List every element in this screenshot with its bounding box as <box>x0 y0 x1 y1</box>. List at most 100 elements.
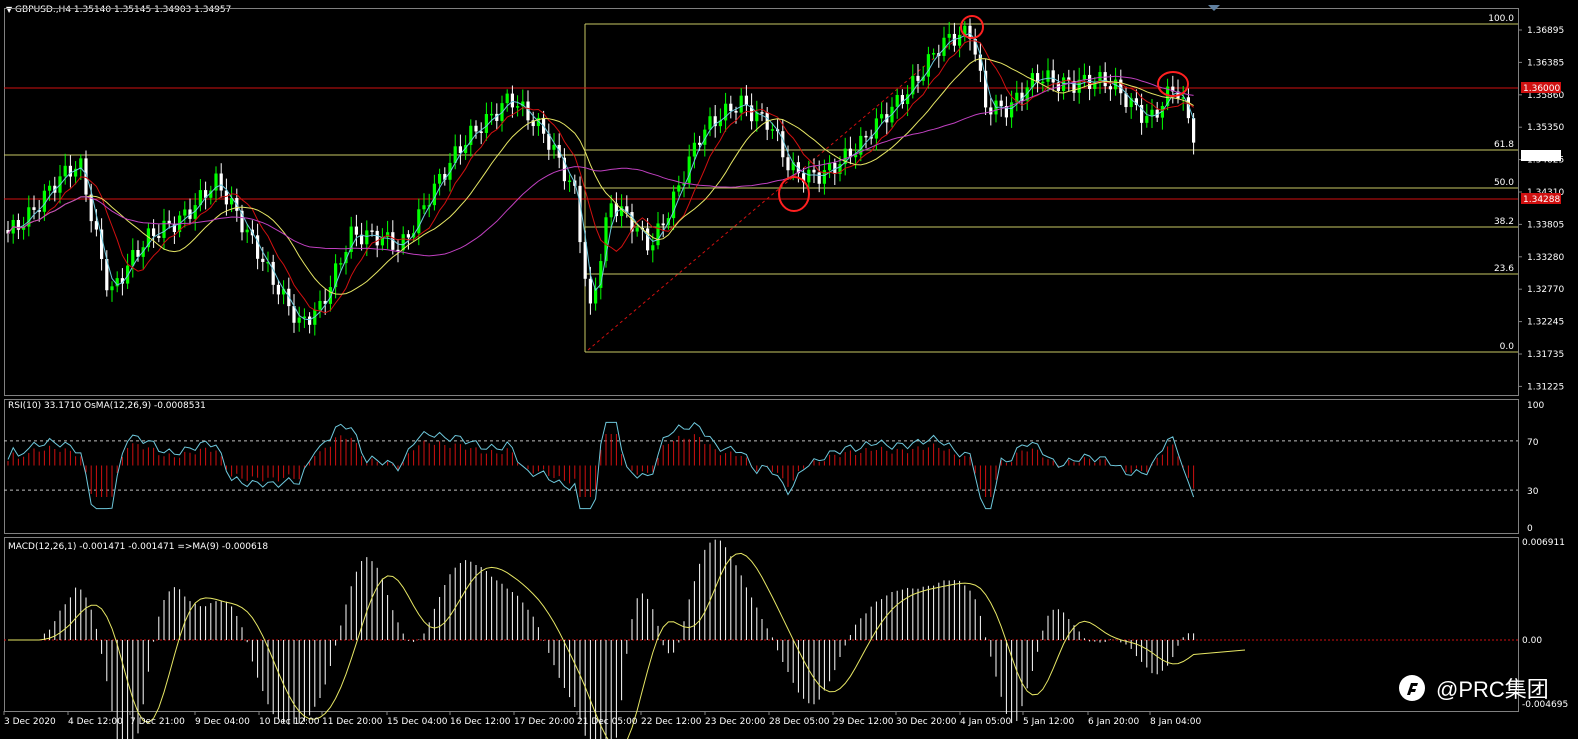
candle-body <box>734 110 738 113</box>
watermark: @PRC集团 <box>1398 672 1549 704</box>
candle-body <box>817 172 821 184</box>
time-label: 8 Jan 04:00 <box>1150 717 1202 727</box>
candle-body <box>651 245 655 251</box>
candle-body <box>1082 74 1086 80</box>
candle-body <box>318 300 322 310</box>
time-label: 15 Dec 04:00 <box>387 717 448 727</box>
candle-body <box>68 165 72 177</box>
candle-body <box>588 278 592 304</box>
candle-body <box>661 223 665 226</box>
fib-level-label: 23.6 <box>1494 264 1514 274</box>
candle-body <box>1051 70 1055 83</box>
candle-body <box>578 185 582 243</box>
time-label: 7 Dec 21:00 <box>130 717 185 727</box>
candle-body <box>677 185 681 192</box>
candle-body <box>308 316 312 325</box>
candle-body <box>698 142 702 145</box>
candle-body <box>926 54 930 77</box>
time-label: 29 Dec 12:00 <box>833 717 894 727</box>
candle-body <box>224 190 228 205</box>
watermark-text: @PRC集团 <box>1436 677 1549 702</box>
candle-body <box>370 230 374 232</box>
candle-body <box>895 94 899 107</box>
candle-body <box>79 158 83 169</box>
candle-body <box>864 135 868 138</box>
candle-body <box>807 169 811 183</box>
candle-body <box>880 114 884 119</box>
time-label: 23 Dec 20:00 <box>705 717 766 727</box>
candle-body <box>932 53 936 55</box>
price-label: 1.33805 <box>1527 220 1564 230</box>
candle-body <box>131 250 135 266</box>
rsi-scale-label: 70 <box>1527 438 1539 448</box>
candle-body <box>947 33 951 38</box>
time-label: 9 Dec 04:00 <box>195 717 250 727</box>
candle-body <box>354 226 358 235</box>
candle-body <box>505 93 509 104</box>
ma-long-line <box>7 75 1194 257</box>
candle-body <box>152 228 156 236</box>
price-label: 1.31225 <box>1527 382 1564 392</box>
candle-body <box>1108 86 1112 90</box>
candle-body <box>297 317 301 323</box>
candle-body <box>916 75 920 81</box>
price-label: 1.36895 <box>1527 26 1564 36</box>
highlight-circle <box>778 176 810 212</box>
candle-body <box>16 219 20 230</box>
price-label: 1.33280 <box>1527 253 1564 263</box>
candle-body <box>490 113 494 116</box>
rsi-scale-label: 100 <box>1527 401 1544 411</box>
candle-body <box>692 142 696 157</box>
macd-panel: 0.0069110.00-0.004695 <box>4 538 1568 739</box>
candle-body <box>219 173 223 191</box>
time-label: 21 Dec 05:00 <box>577 717 638 727</box>
time-label: 22 Dec 12:00 <box>641 717 702 727</box>
price-chart[interactable]: 100.0 61.8 50.0 38.2 23.6 0.0 100 70 30 0 0.0069… <box>0 0 1578 739</box>
rsi-scale-label: 30 <box>1527 487 1539 497</box>
fib-level-label: 61.8 <box>1494 140 1514 150</box>
candle-body <box>999 100 1003 106</box>
fib-level-label: 100.0 <box>1488 14 1514 24</box>
candle-body <box>744 95 748 106</box>
candle-body <box>568 180 572 182</box>
candle-body <box>375 230 379 246</box>
price-label: 1.32245 <box>1527 318 1564 328</box>
price-label: 1.36385 <box>1527 58 1564 68</box>
candle-body <box>474 125 478 132</box>
candle-body <box>432 183 436 206</box>
price-tag-support: 1.34288 <box>1523 195 1560 205</box>
time-label: 4 Dec 12:00 <box>68 717 123 727</box>
candle-body <box>1150 109 1154 117</box>
candle-body <box>812 169 816 173</box>
fibonacci-retracement[interactable]: 100.0 61.8 50.0 38.2 23.6 0.0 <box>4 14 1518 353</box>
price-label: 1.35350 <box>1527 123 1564 133</box>
time-label: 30 Dec 20:00 <box>896 717 957 727</box>
candle-body <box>760 112 764 114</box>
candle-body <box>687 156 691 183</box>
candle-body <box>516 106 520 108</box>
candle-body <box>183 209 187 216</box>
candle-body <box>729 103 733 111</box>
candle-body <box>958 34 962 46</box>
candle-body <box>656 223 660 246</box>
fib-level-label: 50.0 <box>1494 178 1514 188</box>
price-tag-current: 1.34957 <box>1523 152 1560 162</box>
candle-body <box>1192 118 1196 143</box>
candle-body <box>1046 70 1050 82</box>
candle-body <box>339 263 343 265</box>
candlesticks <box>6 18 1196 336</box>
fib-level-label: 38.2 <box>1494 217 1514 227</box>
fib-level-label: 0.0 <box>1500 342 1515 352</box>
horizontal-lines[interactable] <box>4 87 1518 200</box>
time-label: 11 Dec 20:00 <box>322 717 383 727</box>
candle-body <box>422 205 426 210</box>
time-label: 10 Dec 12:00 <box>259 717 320 727</box>
candle-body <box>479 131 483 133</box>
candle-body <box>42 190 46 212</box>
candle-body <box>552 144 556 150</box>
time-label: 17 Dec 20:00 <box>514 717 575 727</box>
price-tag-resistance: 1.36000 <box>1523 84 1560 94</box>
time-axis: 3 Dec 2020 4 Dec 12:00 7 Dec 21:00 9 Dec 04… <box>3 711 1202 727</box>
candle-body <box>1041 81 1045 84</box>
candle-body <box>786 157 790 171</box>
